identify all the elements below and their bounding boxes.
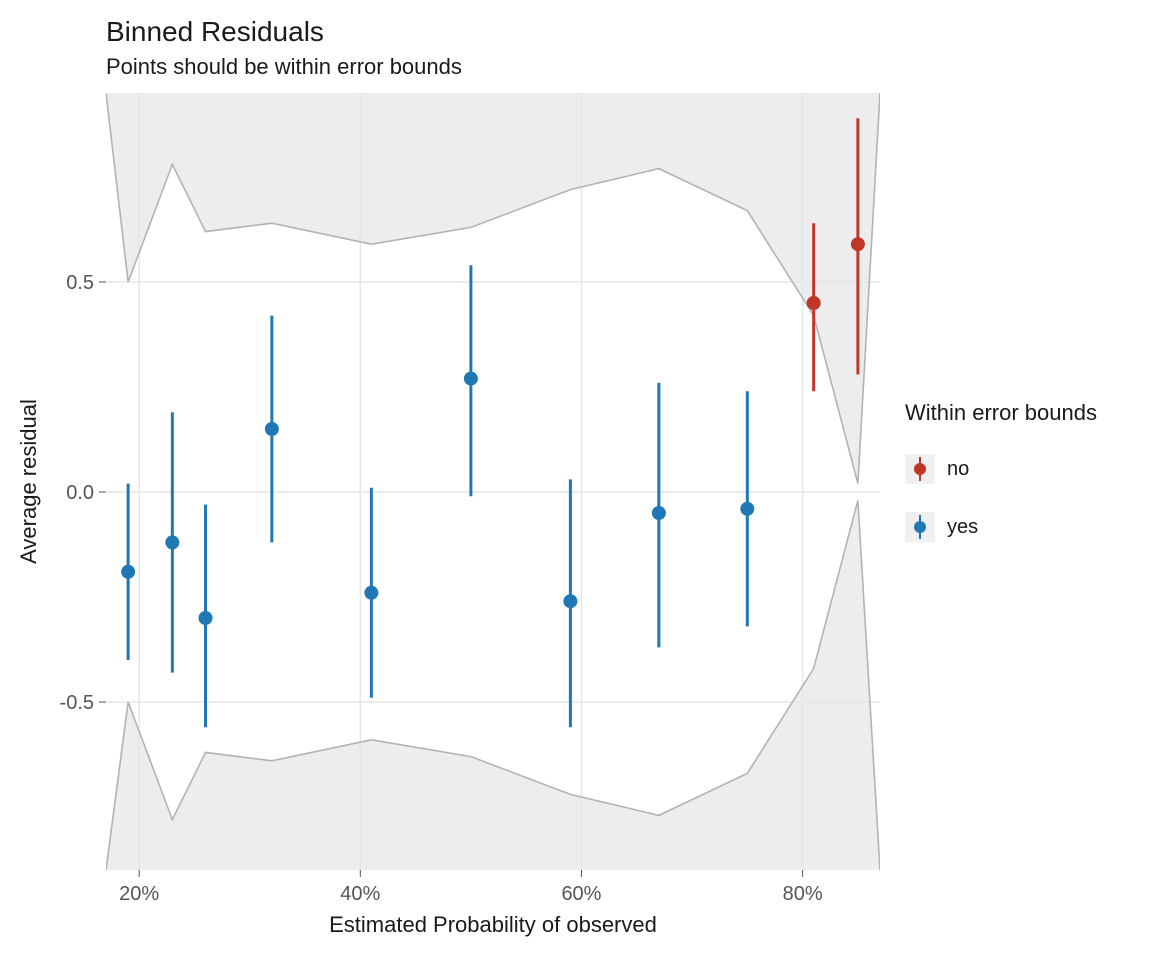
x-tick-label: 80% (783, 883, 823, 905)
legend-label: no (947, 458, 969, 481)
legend-item-yes: yes (905, 512, 1097, 542)
legend-title: Within error bounds (905, 400, 1097, 426)
page-subtitle: Points should be within error bounds (106, 54, 462, 80)
x-tick-label: 20% (119, 883, 159, 905)
y-tick-label: 0.0 (66, 482, 94, 504)
x-tick-label: 60% (561, 883, 601, 905)
data-point (464, 372, 478, 386)
legend-swatch-yes (905, 512, 935, 542)
data-point (807, 296, 821, 310)
data-point (652, 506, 666, 520)
y-tick-label: 0.5 (66, 272, 94, 294)
data-point (265, 422, 279, 436)
data-point (199, 611, 213, 625)
data-point (121, 565, 135, 579)
x-axis-title: Estimated Probability of observed (329, 912, 657, 937)
data-point (563, 594, 577, 608)
data-point (364, 586, 378, 600)
legend: Within error bounds no yes (905, 400, 1097, 542)
legend-item-no: no (905, 454, 1097, 484)
legend-label: yes (947, 516, 978, 539)
x-tick-label: 40% (340, 883, 380, 905)
data-point (851, 237, 865, 251)
data-point (165, 535, 179, 549)
legend-swatch-no (905, 454, 935, 484)
y-tick-label: -0.5 (60, 692, 94, 714)
y-axis-title: Average residual (16, 399, 41, 564)
data-point (740, 502, 754, 516)
page-title: Binned Residuals (106, 16, 324, 48)
